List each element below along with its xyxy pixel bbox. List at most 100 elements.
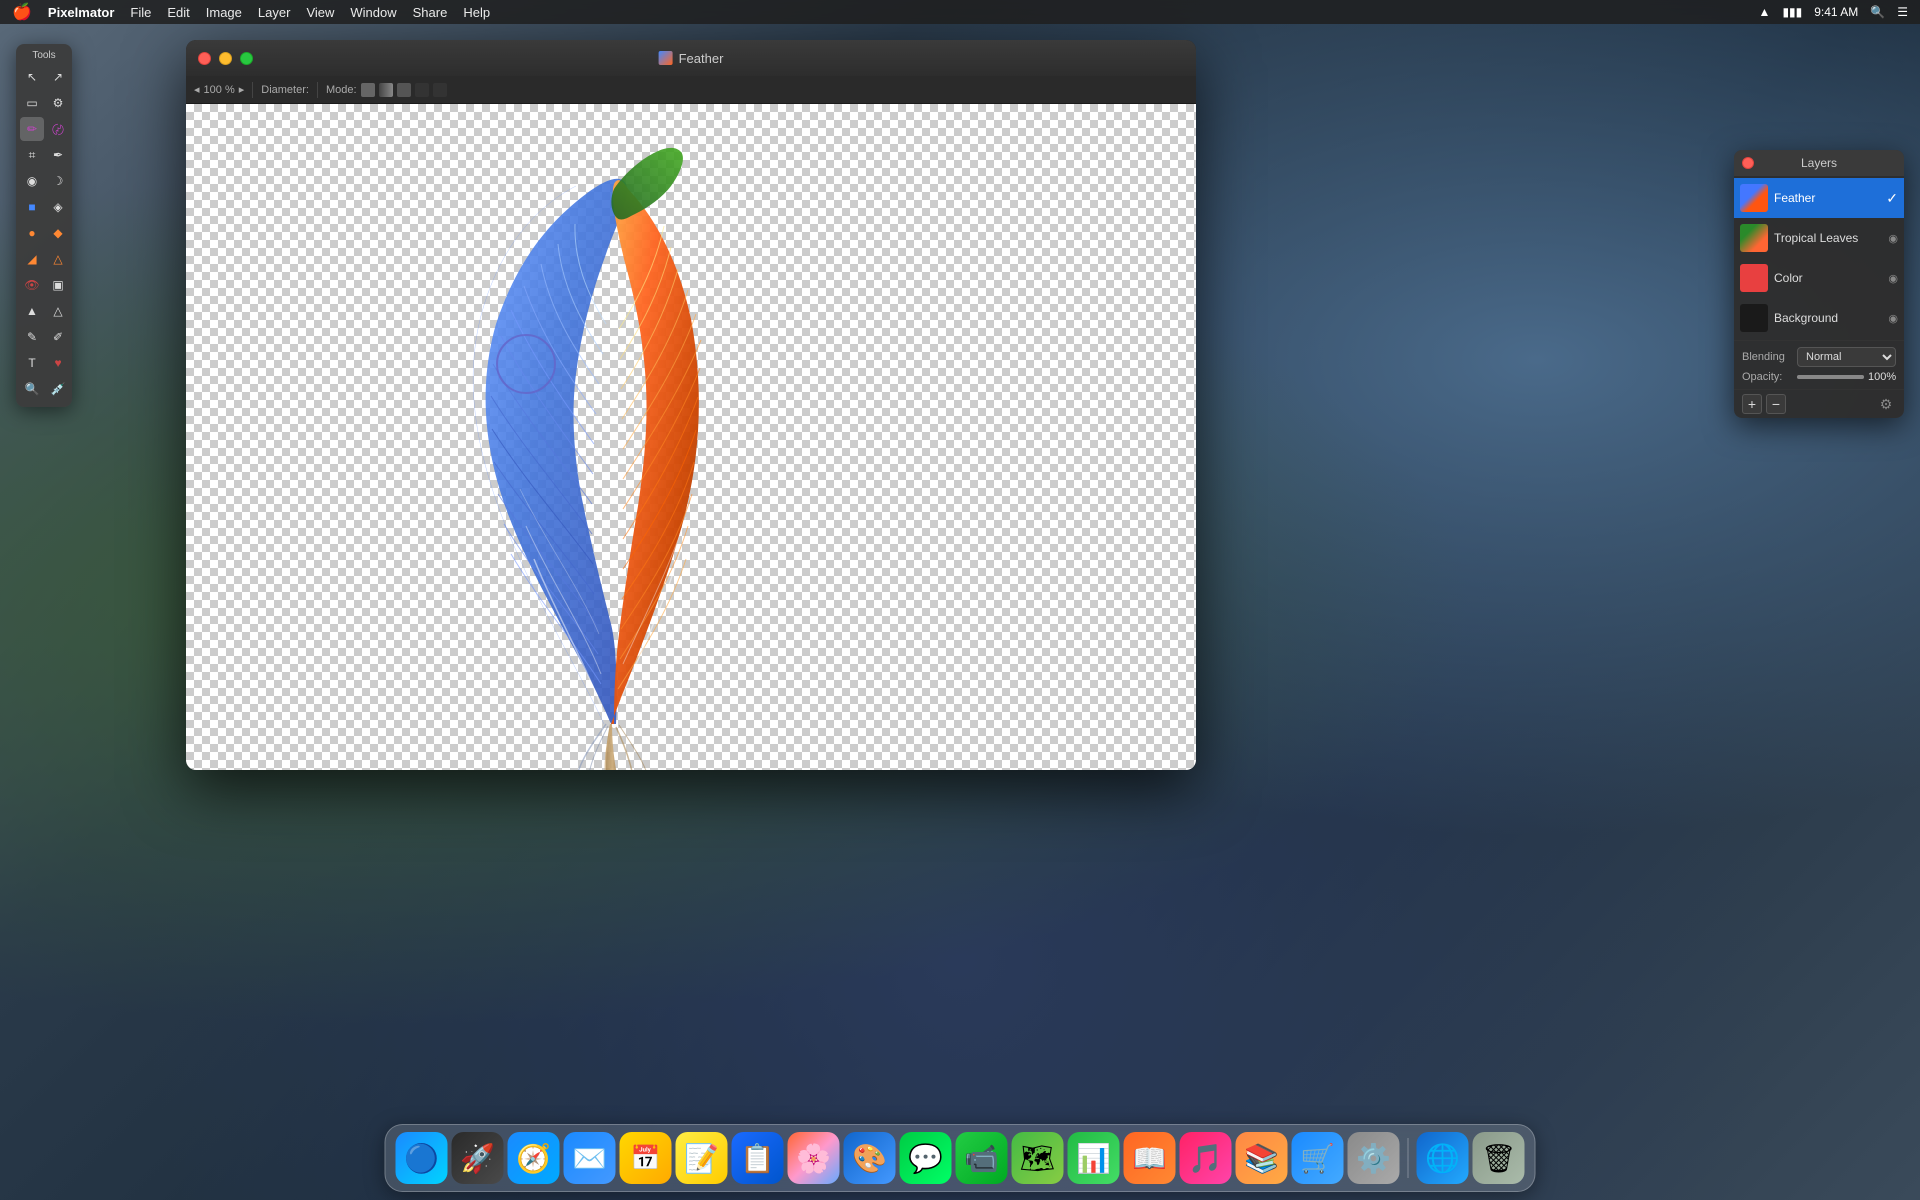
mode-resize[interactable]: [415, 83, 429, 97]
layer-visibility-color[interactable]: ◉: [1888, 272, 1898, 285]
dock-safari[interactable]: 🧭: [508, 1132, 560, 1184]
toolbar-diameter: Diameter:: [261, 84, 309, 96]
dock-ibooks[interactable]: 📚: [1236, 1132, 1288, 1184]
tool-paint[interactable]: ◢: [20, 247, 44, 271]
dock-pixelmator[interactable]: 🎨: [844, 1132, 896, 1184]
zoom-out-btn[interactable]: ◂: [194, 83, 200, 96]
dock-numbers[interactable]: 📊: [1068, 1132, 1120, 1184]
menu-view[interactable]: View: [306, 5, 334, 20]
toolbar-divider-1: [252, 82, 253, 98]
menu-share[interactable]: Share: [413, 5, 448, 20]
mode-pattern[interactable]: [397, 83, 411, 97]
tool-rectangle-select[interactable]: ▭: [20, 91, 44, 115]
tool-eyedropper[interactable]: 💉: [46, 377, 70, 401]
dock-airdrop[interactable]: 🌐: [1417, 1132, 1469, 1184]
menu-edit[interactable]: Edit: [167, 5, 189, 20]
tool-pen[interactable]: ✎: [20, 325, 44, 349]
app-name[interactable]: Pixelmator: [48, 5, 114, 20]
dock-facetime[interactable]: 📹: [956, 1132, 1008, 1184]
tool-lasso[interactable]: ⚙: [46, 91, 70, 115]
feather-image: [386, 144, 836, 770]
dock-messages[interactable]: 💬: [900, 1132, 952, 1184]
tool-brush[interactable]: ✏: [20, 117, 44, 141]
tools-grid: ↖ ↗ ▭ ⚙ ✏ 〄 ⌗ ✒ ◉ ☽ ■ ◈ ● ◆ ◢ △ 👁 ▣ ▲ △ …: [20, 65, 68, 401]
layer-thumbnail-feather: [1740, 184, 1768, 212]
dock-appstore[interactable]: 🛒: [1292, 1132, 1344, 1184]
dock-system-preferences[interactable]: ⚙️: [1348, 1132, 1400, 1184]
dock-launchpad[interactable]: 🚀: [452, 1132, 504, 1184]
mode-aspect[interactable]: [433, 83, 447, 97]
dock-trash[interactable]: 🗑: [1473, 1132, 1525, 1184]
canvas-area[interactable]: [186, 104, 1196, 770]
opacity-slider[interactable]: [1797, 375, 1864, 379]
dock-maps[interactable]: 🗺: [1012, 1132, 1064, 1184]
dock-reminders[interactable]: 📋: [732, 1132, 784, 1184]
mode-gradient-box[interactable]: [379, 83, 393, 97]
tool-dodge[interactable]: ☽: [46, 169, 70, 193]
menu-help[interactable]: Help: [463, 5, 490, 20]
mode-solid[interactable]: [361, 83, 375, 97]
tool-text[interactable]: T: [20, 351, 44, 375]
layer-item-tropical[interactable]: Tropical Leaves ◉: [1734, 218, 1904, 258]
tool-zoom[interactable]: 🔍: [20, 377, 44, 401]
window-controls: [198, 52, 253, 65]
menu-layer[interactable]: Layer: [258, 5, 291, 20]
fullscreen-button[interactable]: [240, 52, 253, 65]
layer-name-tropical: Tropical Leaves: [1774, 231, 1882, 245]
tool-heart[interactable]: ♥: [46, 351, 70, 375]
tool-eye[interactable]: 👁: [20, 273, 44, 297]
tool-pen-2[interactable]: ✐: [46, 325, 70, 349]
opacity-value: 100%: [1868, 371, 1896, 383]
layer-item-background[interactable]: Background ◉: [1734, 298, 1904, 338]
dock-notes[interactable]: 📝: [676, 1132, 728, 1184]
battery-icon: ▮▮▮: [1782, 5, 1802, 19]
tool-eraser[interactable]: 〄: [46, 117, 70, 141]
layer-item-feather[interactable]: Feather ✓: [1734, 178, 1904, 218]
tool-paintbucket[interactable]: ◉: [20, 169, 44, 193]
tool-burn[interactable]: ◆: [46, 221, 70, 245]
layer-item-color[interactable]: Color ◉: [1734, 258, 1904, 298]
tool-triangle[interactable]: ▲: [20, 299, 44, 323]
tool-stamp[interactable]: ▣: [46, 273, 70, 297]
footer-buttons: + −: [1742, 394, 1786, 414]
zoom-level: 100 %: [204, 84, 235, 96]
layers-close-button[interactable]: [1742, 157, 1754, 169]
tools-panel: Tools ↖ ↗ ▭ ⚙ ✏ 〄 ⌗ ✒ ◉ ☽ ■ ◈ ● ◆ ◢ △ 👁 …: [16, 44, 72, 407]
tool-eyedropper-2[interactable]: ◈: [46, 195, 70, 219]
remove-layer-button[interactable]: −: [1766, 394, 1786, 414]
dock-mail[interactable]: ✉️: [564, 1132, 616, 1184]
tool-triangle-2[interactable]: △: [46, 299, 70, 323]
layer-name-color: Color: [1774, 271, 1882, 285]
layer-visibility-tropical[interactable]: ◉: [1888, 232, 1898, 245]
dock-keynote[interactable]: 📖: [1124, 1132, 1176, 1184]
tools-panel-title: Tools: [20, 50, 68, 61]
blending-select[interactable]: Normal Multiply Screen Overlay: [1797, 347, 1896, 367]
search-icon[interactable]: 🔍: [1870, 5, 1885, 19]
toolbar-zoom-controls: ◂ 100 % ▸: [194, 83, 244, 96]
tool-smudge[interactable]: △: [46, 247, 70, 271]
dock-calendar[interactable]: 📅: [620, 1132, 672, 1184]
layers-titlebar: Layers: [1734, 150, 1904, 176]
tool-select-arrow[interactable]: ↗: [46, 65, 70, 89]
close-button[interactable]: [198, 52, 211, 65]
add-layer-button[interactable]: +: [1742, 394, 1762, 414]
dock-photos[interactable]: 🌸: [788, 1132, 840, 1184]
menu-image[interactable]: Image: [206, 5, 242, 20]
canvas-window: Feather ◂ 100 % ▸ Diameter: Mode:: [186, 40, 1196, 770]
dock-finder[interactable]: 🔵: [396, 1132, 448, 1184]
tool-crop[interactable]: ⌗: [20, 143, 44, 167]
tool-color-rect[interactable]: ■: [20, 195, 44, 219]
tool-cursor[interactable]: ↖: [20, 65, 44, 89]
tool-clone[interactable]: ✒: [46, 143, 70, 167]
layer-visibility-background[interactable]: ◉: [1888, 312, 1898, 325]
layer-settings-button[interactable]: ⚙: [1876, 394, 1896, 414]
apple-menu[interactable]: 🍎: [12, 2, 32, 22]
layer-name-feather: Feather: [1774, 191, 1880, 205]
menu-window[interactable]: Window: [350, 5, 396, 20]
dock-itunes[interactable]: 🎵: [1180, 1132, 1232, 1184]
tool-gradient[interactable]: ●: [20, 221, 44, 245]
menu-icon[interactable]: ☰: [1897, 5, 1908, 19]
menu-file[interactable]: File: [130, 5, 151, 20]
zoom-in-btn[interactable]: ▸: [239, 83, 245, 96]
minimize-button[interactable]: [219, 52, 232, 65]
